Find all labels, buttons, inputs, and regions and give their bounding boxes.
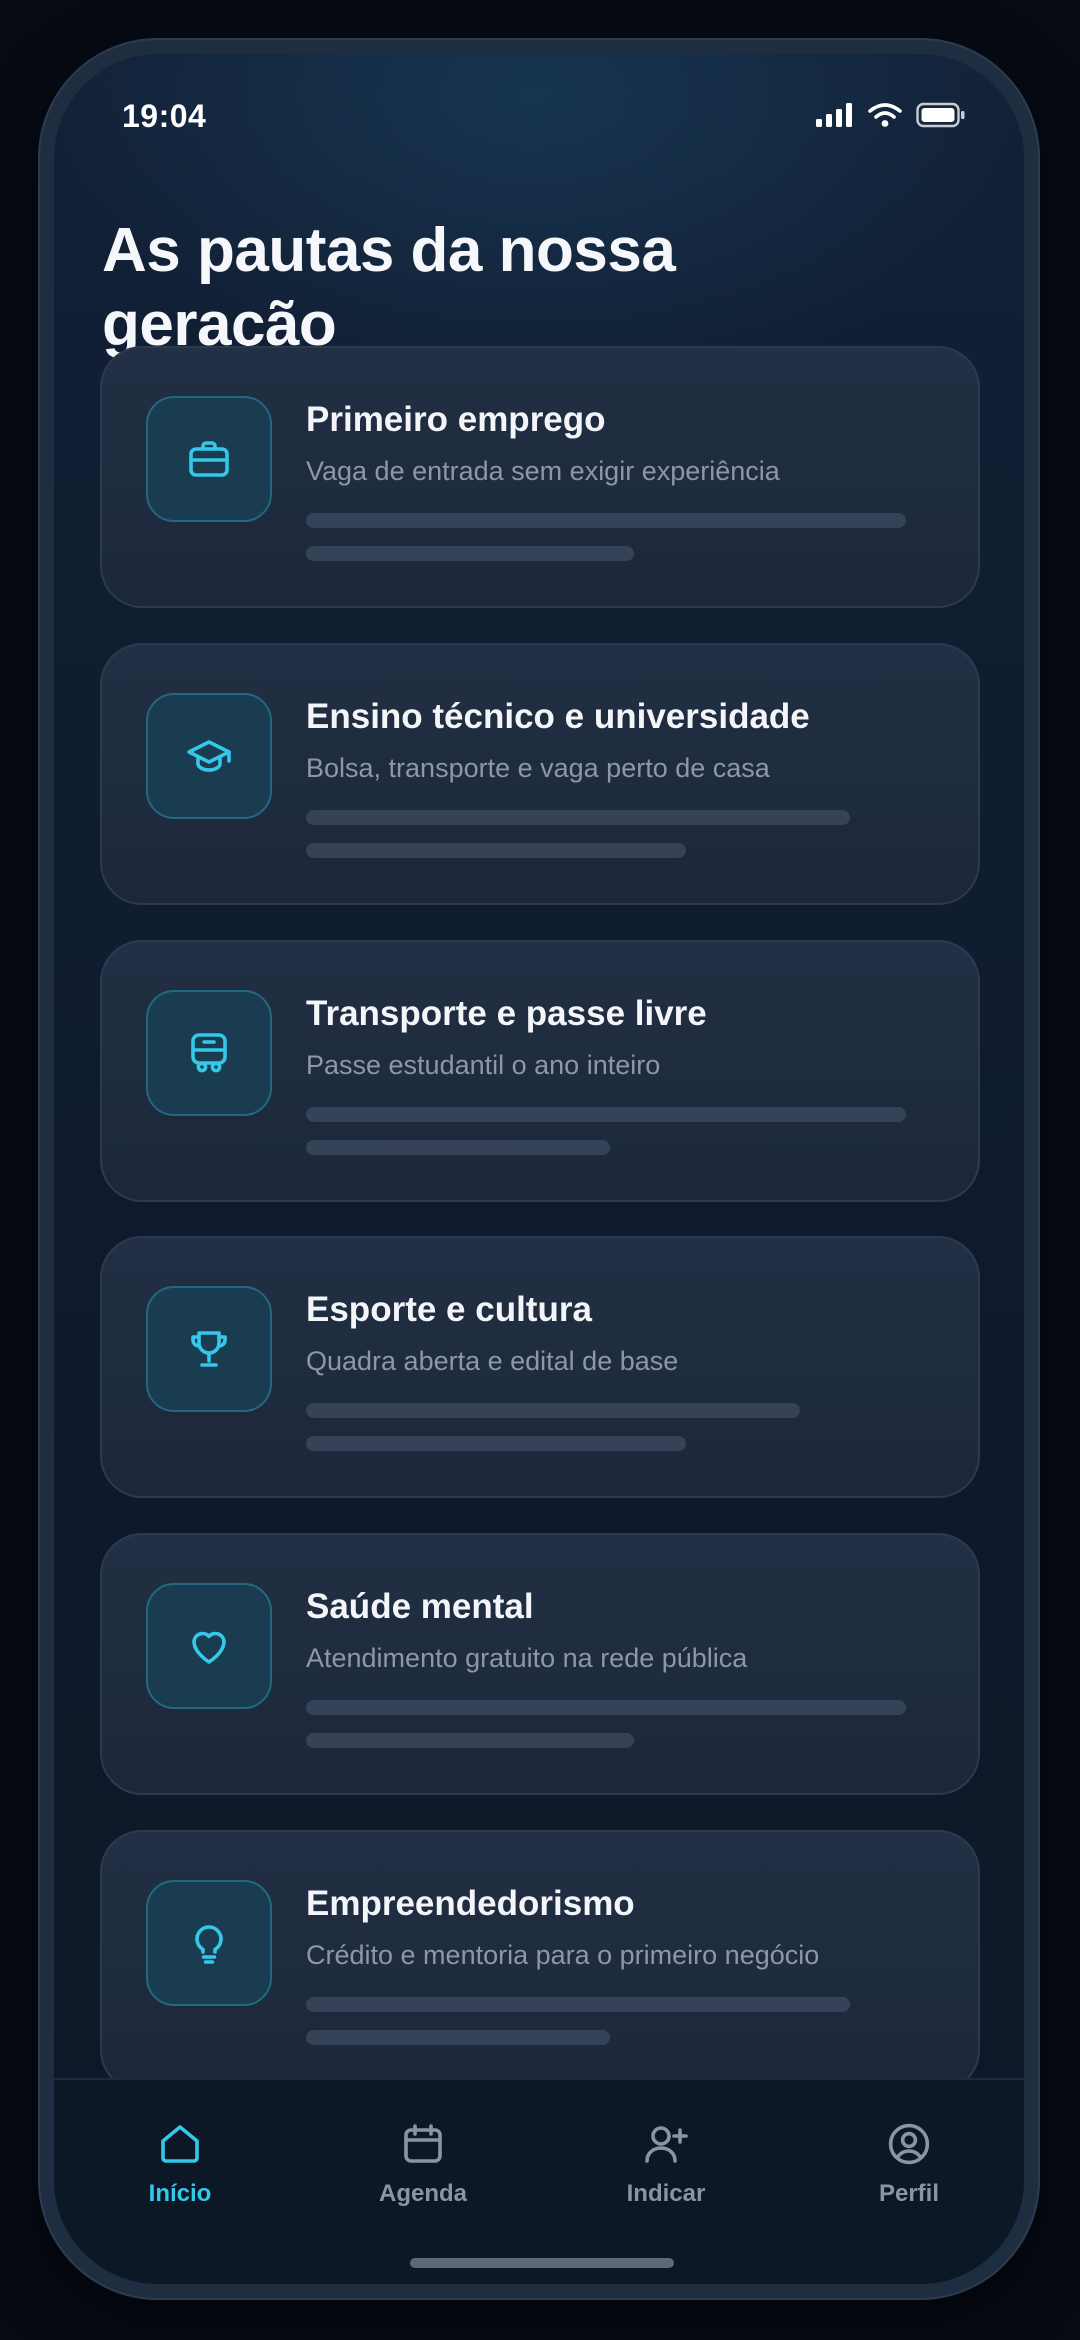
trophy-icon <box>191 1331 227 1367</box>
card-primeiro-emprego[interactable]: Primeiro emprego Vaga de entrada sem exi… <box>100 346 980 608</box>
card-ensino-tecnico[interactable]: Ensino técnico e universidade Bolsa, tra… <box>100 643 980 905</box>
tab-label: Início <box>148 2180 212 2207</box>
card-subtitle: Bolsa, transporte e vaga perto de casa <box>306 753 770 783</box>
page-title: As pautas da nossa geração <box>102 216 676 359</box>
add-user-icon <box>645 2126 688 2163</box>
card-subtitle: Vaga de entrada sem exigir experiência <box>306 456 780 486</box>
placeholder-bar <box>306 1733 634 1748</box>
home-icon <box>161 2125 199 2163</box>
signal-icon <box>816 103 852 127</box>
card-empreendedorismo[interactable]: Empreendedorismo Crédito e mentoria para… <box>100 1830 980 2092</box>
tab-label: Perfil <box>878 2180 940 2207</box>
tab-indicar[interactable]: Indicar <box>566 2120 766 2208</box>
status-icons <box>816 102 966 128</box>
placeholder-bar <box>306 1700 906 1715</box>
wifi-icon <box>868 103 902 127</box>
device-frame: 19:04 As pautas da nossa geração Primeir… <box>38 38 1040 2300</box>
tab-perfil[interactable]: Perfil <box>809 2120 1009 2208</box>
card-icon-container <box>146 1880 272 2006</box>
briefcase-icon <box>189 441 229 477</box>
bottom-tab-bar: Início Agenda Indicar Perfil <box>54 2078 1024 2284</box>
card-title: Ensino técnico e universidade <box>306 697 810 736</box>
graduation-cap-icon <box>187 740 231 772</box>
status-bar: 19:04 <box>54 54 1024 164</box>
card-title: Esporte e cultura <box>306 1290 592 1329</box>
tab-label: Agenda <box>378 2180 467 2207</box>
lightbulb-icon <box>195 1925 223 1964</box>
card-icon-container <box>146 1583 272 1709</box>
card-title: Primeiro emprego <box>306 400 606 439</box>
placeholder-bar <box>306 1140 610 1155</box>
card-icon-container <box>146 693 272 819</box>
status-time: 19:04 <box>122 98 207 134</box>
placeholder-bar <box>306 2030 610 2045</box>
card-subtitle: Crédito e mentoria para o primeiro negóc… <box>306 1940 820 1970</box>
card-subtitle: Atendimento gratuito na rede pública <box>306 1643 748 1673</box>
card-transporte[interactable]: Transporte e passe livre Passe estudanti… <box>100 940 980 1202</box>
heart-icon <box>192 1631 226 1664</box>
placeholder-bar <box>306 843 686 858</box>
calendar-icon <box>404 2124 442 2163</box>
card-icon-container <box>146 1286 272 1412</box>
card-esporte-cultura[interactable]: Esporte e cultura Quadra aberta e edital… <box>100 1236 980 1498</box>
placeholder-bar <box>306 546 634 561</box>
battery-icon <box>916 102 965 128</box>
placeholder-bar <box>306 1997 850 2012</box>
placeholder-bar <box>306 1436 686 1451</box>
card-subtitle: Passe estudantil o ano inteiro <box>306 1050 661 1080</box>
profile-icon <box>888 2123 930 2165</box>
tab-label: Indicar <box>626 2180 706 2207</box>
card-title: Saúde mental <box>306 1587 534 1626</box>
home-indicator[interactable] <box>410 2258 674 2268</box>
card-icon-container <box>146 396 272 522</box>
card-title: Transporte e passe livre <box>306 994 707 1033</box>
card-saude-mental[interactable]: Saúde mental Atendimento gratuito na red… <box>100 1533 980 1795</box>
card-icon-container <box>146 990 272 1116</box>
tab-inicio[interactable]: Início <box>80 2120 280 2208</box>
card-subtitle: Quadra aberta e edital de base <box>306 1346 679 1376</box>
bus-icon <box>191 1033 227 1073</box>
placeholder-bar <box>306 1107 906 1122</box>
placeholder-bar <box>306 513 906 528</box>
placeholder-bar <box>306 1403 800 1418</box>
app-screen: 19:04 As pautas da nossa geração Primeir… <box>54 54 1024 2284</box>
placeholder-bar <box>306 810 850 825</box>
card-title: Empreendedorismo <box>306 1884 635 1923</box>
tab-agenda[interactable]: Agenda <box>323 2120 523 2208</box>
